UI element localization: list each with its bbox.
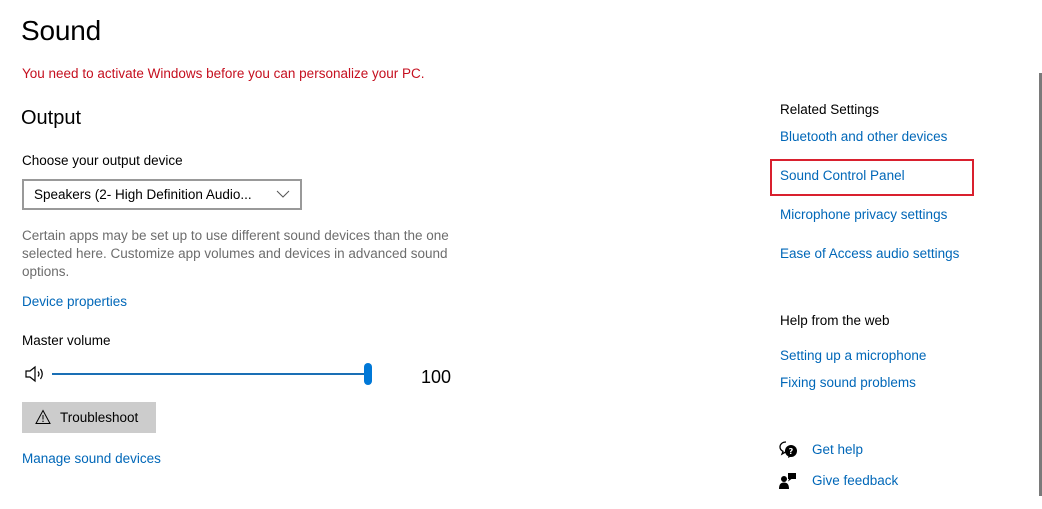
device-properties-link[interactable]: Device properties (22, 294, 127, 309)
page-title: Sound (21, 15, 101, 46)
troubleshoot-button[interactable]: Troubleshoot (22, 402, 156, 433)
master-volume-slider-thumb[interactable] (364, 363, 372, 385)
feedback-icon (779, 473, 796, 489)
give-feedback-link[interactable]: Give feedback (812, 473, 898, 488)
troubleshoot-label: Troubleshoot (60, 410, 139, 425)
get-help-link[interactable]: Get help (812, 442, 863, 457)
related-settings-title: Related Settings (780, 102, 880, 117)
ease-of-access-audio-link[interactable]: Ease of Access audio settings (780, 246, 959, 261)
master-volume-label: Master volume (22, 333, 111, 348)
manage-sound-devices-link[interactable]: Manage sound devices (22, 451, 161, 466)
setting-up-microphone-link[interactable]: Setting up a microphone (780, 348, 926, 363)
microphone-privacy-link[interactable]: Microphone privacy settings (780, 207, 947, 222)
output-device-label: Choose your output device (22, 153, 183, 168)
output-device-dropdown[interactable]: Speakers (2- High Definition Audio... (22, 179, 302, 210)
sound-control-panel-link[interactable]: Sound Control Panel (780, 168, 905, 183)
speaker-icon[interactable] (24, 364, 48, 384)
fixing-sound-problems-link[interactable]: Fixing sound problems (780, 375, 916, 390)
warning-icon (35, 409, 51, 424)
activation-warning: You need to activate Windows before you … (22, 66, 425, 81)
output-section-title: Output (21, 107, 82, 129)
bluetooth-devices-link[interactable]: Bluetooth and other devices (780, 129, 947, 144)
output-device-selected: Speakers (2- High Definition Audio... (34, 187, 252, 202)
output-help-text: Certain apps may be set up to use differ… (22, 228, 449, 279)
volume-value: 100 (421, 367, 452, 387)
svg-text:?: ? (789, 447, 794, 456)
master-volume-slider[interactable] (52, 373, 368, 375)
chevron-down-icon (276, 190, 290, 198)
get-help-icon: ? (779, 441, 797, 458)
help-from-web-title: Help from the web (780, 313, 890, 328)
